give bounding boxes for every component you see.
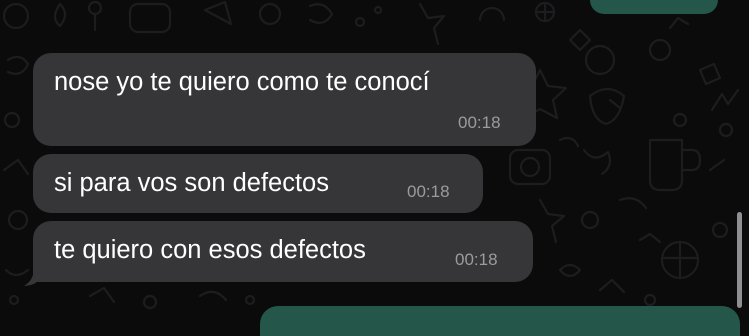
message-text: te quiero con esos defectos (54, 236, 366, 264)
message-timestamp: 00:18 (458, 113, 501, 132)
incoming-message-bubble[interactable]: te quiero con esos defectos 00:18 (33, 221, 533, 282)
message-timestamp: 00:18 (407, 182, 450, 201)
message-timestamp: 00:18 (455, 250, 498, 269)
message-text: si para vos son defectos (54, 169, 329, 197)
incoming-message-bubble[interactable]: nose yo te quiero como te conocí 00:18 (33, 53, 536, 146)
outgoing-message-bubble-partial[interactable] (260, 306, 740, 336)
incoming-message-bubble[interactable]: si para vos son defectos 00:18 (33, 154, 483, 213)
scrollbar-thumb[interactable] (737, 212, 742, 308)
message-text: nose yo te quiero como te conocí (54, 68, 430, 96)
outgoing-message-bubble-partial[interactable] (590, 0, 718, 14)
